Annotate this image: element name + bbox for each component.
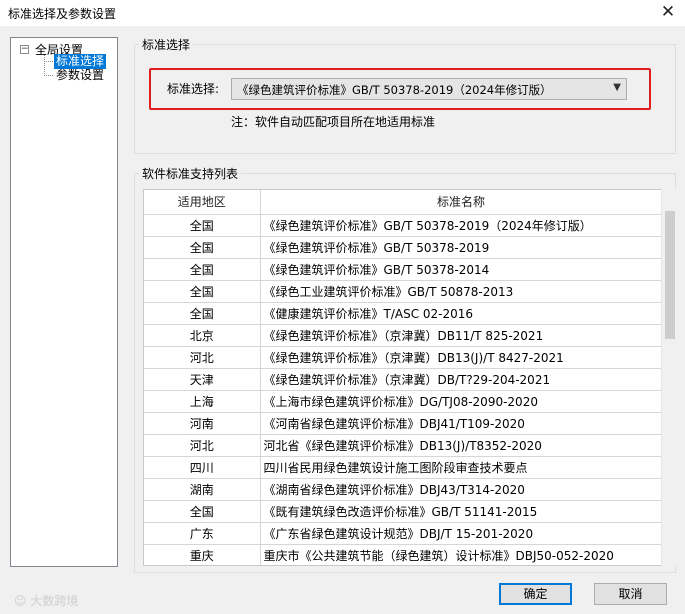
standard-name-cell: 《绿色建筑评价标准》GB/T 50378-2014: [260, 258, 663, 281]
region-cell: 河北: [144, 346, 261, 369]
standard-name-cell: 《湖南省绿色建筑评价标准》DBJ43/T314-2020: [260, 478, 663, 501]
table-header-row: 适用地区 标准名称: [144, 190, 663, 215]
tree-connector: [44, 55, 45, 76]
region-cell: 广东: [144, 522, 261, 545]
scrollbar-thumb[interactable]: [665, 211, 675, 339]
standard-name-cell: 《绿色建筑评价标准》（京津冀）DB/T?29-204-2021: [260, 368, 663, 391]
table-row[interactable]: 北京 《绿色建筑评价标准》（京津冀）DB11/T 825-2021: [144, 324, 663, 347]
region-cell: 湖南: [144, 478, 261, 501]
standard-name-cell: 《绿色建筑评价标准》（京津冀）DB11/T 825-2021: [260, 324, 663, 347]
standard-name-cell: 《上海市绿色建筑评价标准》DG/TJ08-2090-2020: [260, 390, 663, 413]
region-cell: 北京: [144, 324, 261, 347]
column-header-standard-name[interactable]: 标准名称: [260, 190, 663, 215]
standard-name-cell: 《河南省绿色建筑评价标准》DBJ41/T109-2020: [260, 412, 663, 435]
region-cell: 河南: [144, 412, 261, 435]
collapse-toggle-icon[interactable]: −: [20, 45, 29, 54]
table-row[interactable]: 天津 《绿色建筑评价标准》（京津冀）DB/T?29-204-2021: [144, 368, 663, 391]
standard-name-cell: 《健康建筑评价标准》T/ASC 02-2016: [260, 302, 663, 325]
region-cell: 河北: [144, 434, 261, 457]
region-cell: 上海: [144, 390, 261, 413]
standard-name-cell: 河北省《绿色建筑评价标准》DB13(J)/T8352-2020: [260, 434, 663, 457]
standard-name-cell: 重庆市《公共建筑节能（绿色建筑）设计标准》DBJ50-052-2020: [260, 544, 663, 565]
table-row[interactable]: 全国 《绿色工业建筑评价标准》GB/T 50878-2013: [144, 280, 663, 303]
tree-item-parameter-settings[interactable]: 参数设置: [56, 68, 104, 83]
standard-name-cell: 四川省民用绿色建筑设计施工图阶段审查技术要点: [260, 456, 663, 479]
settings-tree: − 全局设置 标准选择 参数设置: [10, 37, 118, 567]
supported-standards-group-title: 软件标准支持列表: [139, 165, 242, 182]
region-cell: 全国: [144, 258, 261, 281]
standard-select-label: 标准选择:: [167, 82, 220, 96]
tree-connector: [44, 61, 53, 62]
table-row[interactable]: 四川 四川省民用绿色建筑设计施工图阶段审查技术要点: [144, 456, 663, 479]
region-cell: 重庆: [144, 544, 261, 565]
tree-item-standard-selection[interactable]: 标准选择: [54, 54, 107, 69]
region-cell: 四川: [144, 456, 261, 479]
table-row[interactable]: 河北 河北省《绿色建筑评价标准》DB13(J)/T8352-2020: [144, 434, 663, 457]
standard-select-value: 《绿色建筑评价标准》GB/T 50378-2019（2024年修订版）: [237, 83, 552, 97]
tree-connector: [44, 75, 53, 76]
standard-name-cell: 《广东省绿色建筑设计规范》DBJ/T 15-201-2020: [260, 522, 663, 545]
auto-match-note: 注：软件自动匹配项目所在地适用标准: [231, 115, 436, 129]
standard-name-cell: 《绿色建筑评价标准》GB/T 50378-2019（2024年修订版）: [260, 214, 663, 237]
table-row[interactable]: 全国 《绿色建筑评价标准》GB/T 50378-2019（2024年修订版）: [144, 214, 663, 237]
region-cell: 天津: [144, 368, 261, 391]
standard-name-cell: 《绿色建筑评价标准》GB/T 50378-2019: [260, 236, 663, 259]
ok-button[interactable]: 确定: [499, 583, 572, 605]
title-bar: 标准选择及参数设置 ✕: [0, 0, 685, 26]
region-cell: 全国: [144, 500, 261, 523]
table-row[interactable]: 河北 《绿色建筑评价标准》（京津冀）DB13(J)/T 8427-2021: [144, 346, 663, 369]
standard-name-cell: 《绿色工业建筑评价标准》GB/T 50878-2013: [260, 280, 663, 303]
table-row[interactable]: 河南 《河南省绿色建筑评价标准》DBJ41/T109-2020: [144, 412, 663, 435]
table-row[interactable]: 全国 《绿色建筑评价标准》GB/T 50378-2014: [144, 258, 663, 281]
standard-name-cell: 《既有建筑绿色改造评价标准》GB/T 51141-2015: [260, 500, 663, 523]
close-icon[interactable]: ✕: [657, 1, 679, 23]
standards-table: 适用地区 标准名称 全国 《绿色建筑评价标准》GB/T 50378-2019（20…: [143, 189, 678, 566]
table-row[interactable]: 全国 《绿色建筑评价标准》GB/T 50378-2019: [144, 236, 663, 259]
table-row[interactable]: 全国 《健康建筑评价标准》T/ASC 02-2016: [144, 302, 663, 325]
table-scrollbar[interactable]: [661, 189, 678, 566]
table-row[interactable]: 重庆 重庆市《公共建筑节能（绿色建筑）设计标准》DBJ50-052-2020: [144, 544, 663, 565]
table-row[interactable]: 全国 《既有建筑绿色改造评价标准》GB/T 51141-2015: [144, 500, 663, 523]
column-header-region[interactable]: 适用地区: [144, 190, 261, 215]
region-cell: 全国: [144, 214, 261, 237]
table-row[interactable]: 广东 《广东省绿色建筑设计规范》DBJ/T 15-201-2020: [144, 522, 663, 545]
standard-select-dropdown[interactable]: 《绿色建筑评价标准》GB/T 50378-2019（2024年修订版） ▼: [231, 78, 627, 100]
chevron-down-icon[interactable]: ▼: [613, 82, 621, 93]
standard-selection-group-title: 标准选择: [139, 36, 194, 53]
table-row[interactable]: 上海 《上海市绿色建筑评价标准》DG/TJ08-2090-2020: [144, 390, 663, 413]
table-row[interactable]: 湖南 《湖南省绿色建筑评价标准》DBJ43/T314-2020: [144, 478, 663, 501]
watermark: ☺ 大数跨境: [14, 594, 79, 608]
region-cell: 全国: [144, 236, 261, 259]
region-cell: 全国: [144, 280, 261, 303]
window-title: 标准选择及参数设置: [8, 7, 117, 21]
region-cell: 全国: [144, 302, 261, 325]
standard-name-cell: 《绿色建筑评价标准》（京津冀）DB13(J)/T 8427-2021: [260, 346, 663, 369]
cancel-button[interactable]: 取消: [594, 583, 667, 605]
